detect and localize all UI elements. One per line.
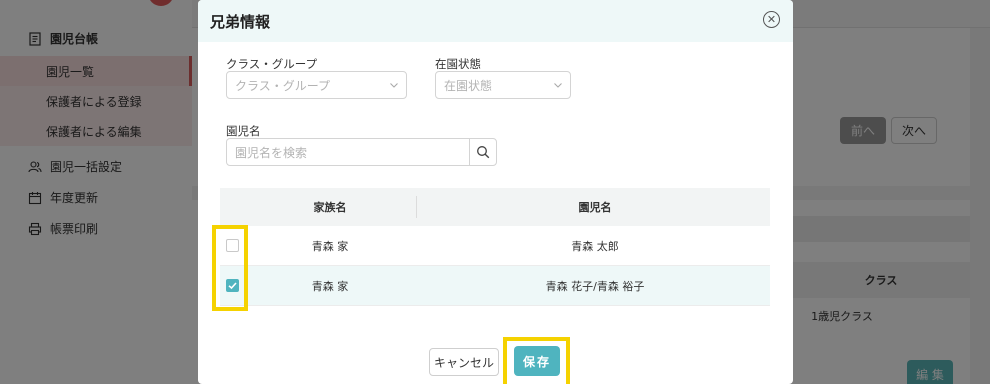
class-group-select[interactable]: クラス・グループ [226, 71, 407, 99]
status-label: 在園状態 [435, 57, 481, 71]
family-name-cell: 青森 家 [311, 280, 349, 293]
search-placeholder: 園児名を検索 [235, 145, 308, 160]
table-row[interactable]: 青森 家 青森 太郎 [220, 226, 770, 266]
table-header: 家族名 園児名 [220, 188, 770, 226]
checkbox-highlight-frame [212, 225, 248, 311]
child-name-label: 園児名 [226, 124, 261, 138]
column-divider [416, 196, 417, 218]
chevron-down-icon [554, 83, 562, 88]
table-row[interactable]: 青森 家 青森 花子/青森 裕子 [220, 266, 770, 306]
status-placeholder: 在園状態 [444, 78, 493, 93]
modal-title: 兄弟情報 [210, 13, 271, 31]
save-highlight-frame [503, 337, 570, 384]
child-name-cell: 青森 太郎 [571, 240, 619, 253]
search-icon [477, 146, 490, 159]
child-name-header: 園児名 [578, 201, 612, 214]
siblings-modal: 兄弟情報 ✕ クラス・グループ クラス・グループ 在園状態 在園状態 園児名 園… [198, 0, 793, 384]
child-name-search-input[interactable]: 園児名を検索 [226, 138, 470, 166]
class-group-placeholder: クラス・グループ [235, 78, 331, 93]
search-button[interactable] [469, 138, 497, 166]
chevron-down-icon [390, 83, 398, 88]
modal-header: 兄弟情報 ✕ [198, 0, 793, 42]
cancel-button[interactable]: キャンセル [429, 348, 499, 376]
class-group-label: クラス・グループ [226, 57, 318, 71]
family-name-cell: 青森 家 [311, 240, 349, 253]
close-icon[interactable]: ✕ [763, 11, 780, 28]
status-select[interactable]: 在園状態 [435, 71, 571, 99]
family-name-header: 家族名 [313, 201, 347, 214]
child-name-cell: 青森 花子/青森 裕子 [545, 280, 645, 293]
